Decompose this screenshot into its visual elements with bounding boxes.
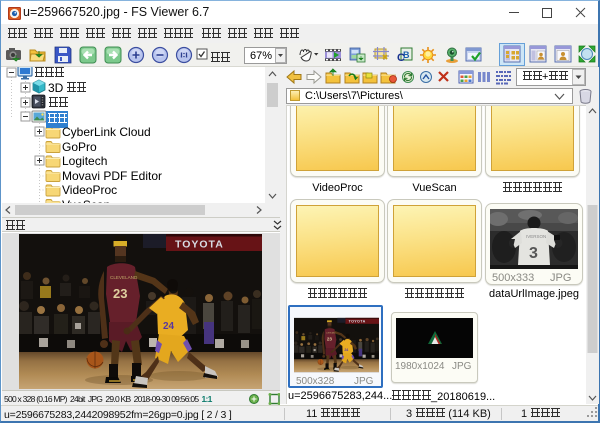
svg-text:3: 3 (529, 245, 538, 262)
svg-text:IVERSON: IVERSON (526, 234, 546, 239)
svg-text:67%: 67% (250, 50, 272, 62)
svg-text:C: C (397, 52, 405, 64)
